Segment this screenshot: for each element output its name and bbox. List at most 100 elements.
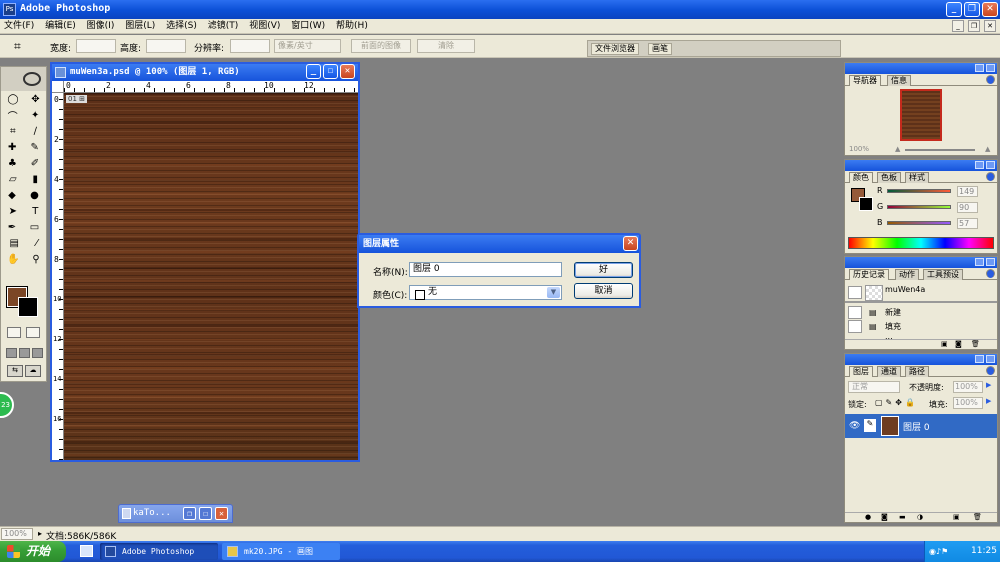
mini-restore-button[interactable]: ❐ [183, 507, 196, 520]
doc-maximize-button[interactable]: ☐ [323, 64, 338, 79]
fill-input[interactable]: 100% [953, 397, 983, 409]
start-button[interactable]: 开始 [0, 541, 66, 562]
zoom-tool-icon[interactable]: ⚲ [32, 254, 39, 265]
zoom-out-icon[interactable]: ▲ [895, 145, 900, 153]
resolution-input[interactable] [230, 39, 270, 53]
palette-menu-icon[interactable] [986, 366, 995, 375]
palette-close-icon[interactable] [986, 258, 995, 266]
tab-navigator[interactable]: 导航器 [849, 75, 881, 86]
palette-menu-icon[interactable] [986, 269, 995, 278]
clock[interactable]: 11:25 [971, 541, 997, 562]
palette-menu-icon[interactable] [986, 172, 995, 181]
quick-mask-mode-icon[interactable] [26, 327, 40, 338]
blend-mode-select[interactable]: 正常 [848, 381, 900, 393]
delete-icon[interactable]: 🗑 [971, 340, 980, 348]
menu-file[interactable]: 文件(F) [0, 19, 38, 33]
clone-stamp-tool-icon[interactable]: ♣ [8, 158, 17, 169]
tab-swatches[interactable]: 色板 [877, 172, 901, 183]
path-selection-tool-icon[interactable]: ➤ [9, 206, 17, 217]
tray-icons[interactable]: ◉♪⚑ [929, 541, 948, 562]
lasso-tool-icon[interactable]: ⌒ [8, 108, 18, 123]
new-layer-icon[interactable]: ▣ [953, 513, 960, 521]
healing-brush-tool-icon[interactable]: ✚ [8, 142, 16, 153]
menu-edit[interactable]: 编辑(E) [41, 19, 80, 33]
magic-wand-tool-icon[interactable]: ✦ [31, 110, 39, 121]
standard-mode-icon[interactable] [7, 327, 21, 338]
color-ramp[interactable] [848, 237, 994, 249]
minimize-button[interactable]: _ [946, 2, 962, 17]
clear-button[interactable]: 清除 [417, 39, 475, 53]
palette-minimize-icon[interactable] [975, 355, 984, 363]
notes-tool-icon[interactable]: ▤ [9, 238, 18, 249]
adobe-eye-icon[interactable] [23, 72, 41, 86]
new-set-icon[interactable]: ▬ [899, 513, 906, 521]
tab-actions[interactable]: 动作 [895, 269, 919, 280]
imageready-icon[interactable]: ☁ [25, 365, 41, 377]
menu-select[interactable]: 选择(S) [162, 19, 201, 33]
dialog-close-button[interactable]: ✕ [623, 236, 638, 251]
hand-tool-icon[interactable]: ✋ [7, 254, 19, 265]
eyedropper-tool-icon[interactable]: ⁄ [36, 238, 38, 249]
layer-name-input[interactable]: 图层 0 [409, 262, 562, 277]
taskbar-item-paint[interactable]: mk20.JPG - 画图 [222, 543, 340, 560]
b-value[interactable]: 57 [957, 218, 978, 229]
menu-image[interactable]: 图像(I) [83, 19, 119, 33]
mini-close-button[interactable]: ✕ [215, 507, 228, 520]
b-slider[interactable] [887, 221, 951, 225]
list-item[interactable]: ▤ 填充 [845, 320, 997, 334]
r-slider[interactable] [887, 189, 951, 193]
unit-select[interactable]: 像素/英寸 [274, 39, 341, 53]
horizontal-ruler[interactable]: 0 2 4 6 8 10 12 [64, 81, 358, 93]
fill-arrow-icon[interactable]: ▶ [986, 397, 991, 405]
status-menu-icon[interactable]: ▸ [38, 529, 42, 538]
minimized-document[interactable]: kaTo... ❐ ☐ ✕ [118, 504, 233, 523]
palette-menu-icon[interactable] [986, 75, 995, 84]
layer-row[interactable]: 👁 ✎ 图层 0 [845, 414, 997, 438]
palette-minimize-icon[interactable] [975, 161, 984, 169]
ok-button[interactable]: 好 [574, 262, 633, 278]
color-select[interactable]: 无 ▼ [409, 285, 562, 300]
pen-tool-icon[interactable]: ✒ [8, 222, 16, 233]
mini-maximize-button[interactable]: ☐ [199, 507, 212, 520]
tab-layers[interactable]: 图层 [849, 366, 873, 377]
tab-info[interactable]: 信息 [887, 75, 911, 86]
history-brush-source-icon[interactable] [848, 286, 862, 299]
tab-channels[interactable]: 通道 [877, 366, 901, 377]
delete-layer-icon[interactable]: 🗑 [973, 513, 982, 521]
opacity-input[interactable]: 100% [953, 381, 983, 393]
screen-mode-standard-icon[interactable] [6, 348, 17, 358]
type-tool-icon[interactable]: T [32, 206, 38, 217]
add-style-icon[interactable]: ● [865, 513, 871, 521]
tab-styles[interactable]: 样式 [905, 172, 929, 183]
eye-icon[interactable]: 👁 [849, 421, 860, 431]
palette-minimize-icon[interactable] [975, 64, 984, 72]
add-mask-icon[interactable]: ◙ [881, 513, 888, 521]
adjustment-layer-icon[interactable]: ◑ [917, 513, 923, 521]
menu-filter[interactable]: 滤镜(T) [204, 19, 243, 33]
history-brush-source-icon[interactable] [848, 320, 862, 333]
taskbar-item-photoshop[interactable]: Adobe Photoshop [100, 543, 218, 560]
blur-tool-icon[interactable]: ◆ [8, 190, 16, 201]
menu-view[interactable]: 视图(V) [245, 19, 284, 33]
front-image-button[interactable]: 前面的图像 [351, 39, 411, 53]
jump-to-imageready-icon[interactable]: ⇆ [7, 365, 23, 377]
crop-tool-icon[interactable]: ⌗ [14, 39, 21, 54]
screen-mode-full-icon[interactable] [32, 348, 43, 358]
zoom-slider[interactable] [905, 149, 975, 151]
tab-paths[interactable]: 路径 [905, 366, 929, 377]
new-snapshot-icon[interactable]: ◙ [955, 340, 962, 348]
width-input[interactable] [76, 39, 116, 53]
crop-tool-icon[interactable]: ⌗ [10, 126, 16, 137]
slice-tool-icon[interactable]: ∕ [34, 126, 37, 137]
history-brush-source-icon[interactable] [848, 306, 862, 319]
shape-tool-icon[interactable]: ▭ [30, 222, 39, 233]
color-bg-swatch[interactable] [859, 197, 873, 211]
menu-help[interactable]: 帮助(H) [332, 19, 372, 33]
history-brush-tool-icon[interactable]: ✐ [31, 158, 39, 169]
g-value[interactable]: 90 [957, 202, 978, 213]
menu-layer[interactable]: 图层(L) [121, 19, 159, 33]
new-document-icon[interactable]: ▣ [941, 340, 948, 348]
r-value[interactable]: 149 [957, 186, 978, 197]
tab-tool-presets[interactable]: 工具预设 [923, 269, 963, 280]
marquee-tool-icon[interactable]: ◯ [7, 94, 18, 105]
